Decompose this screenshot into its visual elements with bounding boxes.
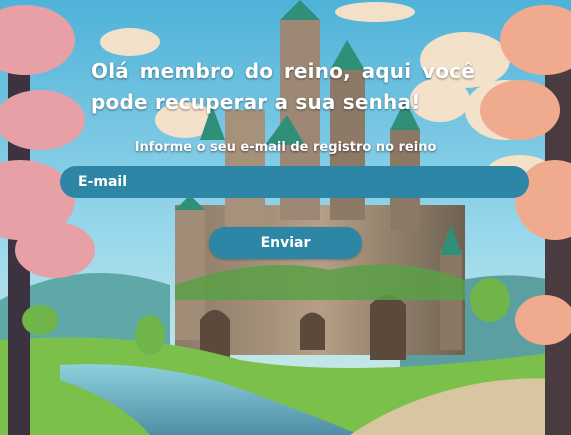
email-instruction-label: Informe o seu e-mail de registro no rein… <box>134 140 437 155</box>
recovery-form-overlay: Olá membro do reino, aqui você pode recu… <box>0 0 571 435</box>
password-recovery-screen: Olá membro do reino, aqui você pode recu… <box>0 0 571 435</box>
page-title: Olá membro do reino, aqui você pode recu… <box>91 59 475 114</box>
send-button[interactable]: Enviar <box>209 227 362 259</box>
email-input[interactable] <box>60 166 529 198</box>
